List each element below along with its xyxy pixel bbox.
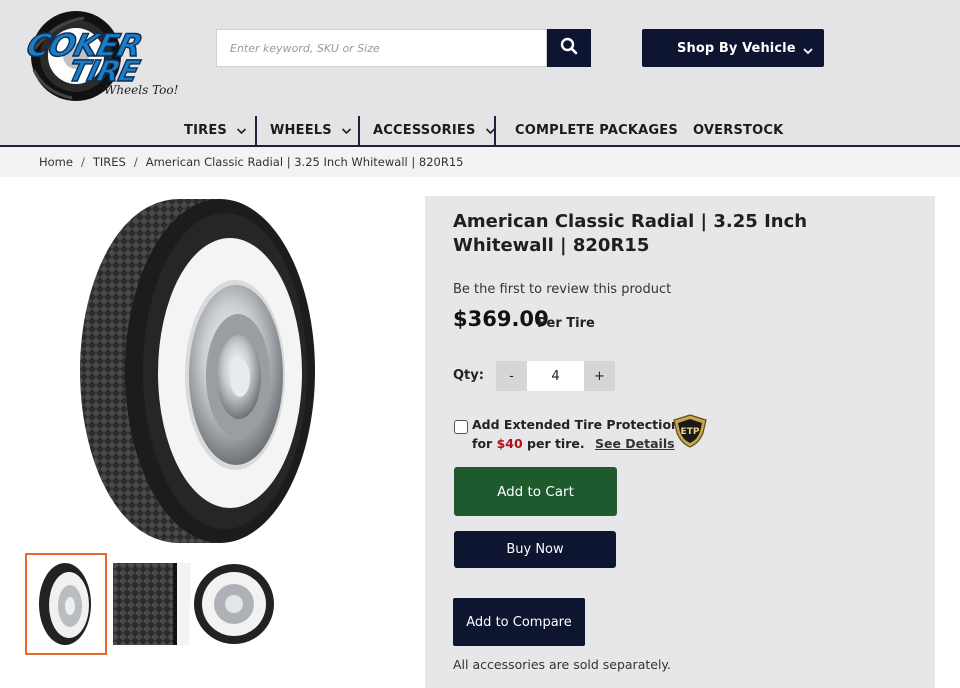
qty-label: Qty: [453,368,484,383]
chevron-down-icon [236,127,247,135]
add-to-cart-button[interactable]: Add to Cart [454,467,617,516]
nav-item-label: WHEELS [270,123,332,138]
breadcrumb-home[interactable]: Home [39,155,73,169]
search-icon [560,37,578,59]
thumbnail-front-view[interactable] [25,553,107,655]
search-button[interactable] [547,29,591,67]
product-price: $369.00 [453,307,549,331]
chevron-down-icon [802,41,814,60]
nav-divider [255,116,257,145]
breadcrumb: Home / TIRES / American Classic Radial |… [0,147,960,177]
nav-item-label: ACCESSORIES [373,123,476,138]
thumbnail-tread-closeup[interactable] [111,553,193,655]
nav-item-wheels[interactable]: WHEELS [270,116,352,145]
review-prompt-link[interactable]: Be the first to review this product [453,282,671,297]
nav-divider [494,116,496,145]
tire-protection-per: per tire. [527,436,585,451]
nav-item-accessories[interactable]: ACCESSORIES [373,116,496,145]
nav-item-label: COMPLETE PACKAGES [515,123,678,138]
tire-protection-for: for [472,436,493,451]
qty-decrement-button[interactable]: - [496,361,527,391]
etp-shield-icon: ETP [671,413,709,449]
thumbnail-side-view[interactable] [193,553,275,655]
breadcrumb-current: American Classic Radial | 3.25 Inch Whit… [145,155,464,169]
coker-tire-logo[interactable]: COKER TIRE Wheels Too! [22,4,190,102]
tire-protection-price-line: for $40 per tire. See Details [472,436,675,451]
search-input[interactable] [217,30,546,66]
nav-item-label: TIRES [184,123,227,138]
tire-protection-label: Add Extended Tire Protection [472,417,680,432]
product-title: American Classic Radial | 3.25 Inch Whit… [453,211,808,256]
shop-by-vehicle-label: Shop By Vehicle [677,40,796,56]
breadcrumb-separator: / [80,155,85,169]
breadcrumb-separator: / [133,155,138,169]
nav-item-complete-packages[interactable]: COMPLETE PACKAGES [515,116,678,145]
nav-item-label: OVERSTOCK [693,123,784,138]
shop-by-vehicle-dropdown[interactable]: Shop By Vehicle [642,29,824,67]
chevron-down-icon [341,127,352,135]
price-unit: Per Tire [537,316,595,331]
tire-protection-amount: $40 [496,436,523,451]
product-details-panel: American Classic Radial | 3.25 Inch Whit… [425,196,935,688]
breadcrumb-tires[interactable]: TIRES [93,155,126,169]
qty-input[interactable] [527,361,584,391]
buy-now-button[interactable]: Buy Now [454,531,616,568]
see-details-link[interactable]: See Details [595,436,675,451]
search-field-wrapper [216,29,547,67]
nav-item-overstock[interactable]: OVERSTOCK [693,116,783,145]
site-header: COKER TIRE Wheels Too! Shop By Vehicle T… [0,0,960,147]
logo-tagline: Wheels Too! [104,83,179,97]
tire-protection-checkbox[interactable] [454,420,468,434]
nav-divider [358,116,360,145]
add-to-compare-button[interactable]: Add to Compare [453,598,585,646]
product-main-image[interactable] [60,193,360,548]
nav-item-tires[interactable]: TIRES [184,116,247,145]
qty-increment-button[interactable]: + [584,361,615,391]
accessories-note: All accessories are sold separately. [453,657,672,672]
etp-badge-text: ETP [681,427,700,437]
main-nav: TIRES WHEELS ACCESSORIES COMPLETE PACKAG… [0,116,960,145]
